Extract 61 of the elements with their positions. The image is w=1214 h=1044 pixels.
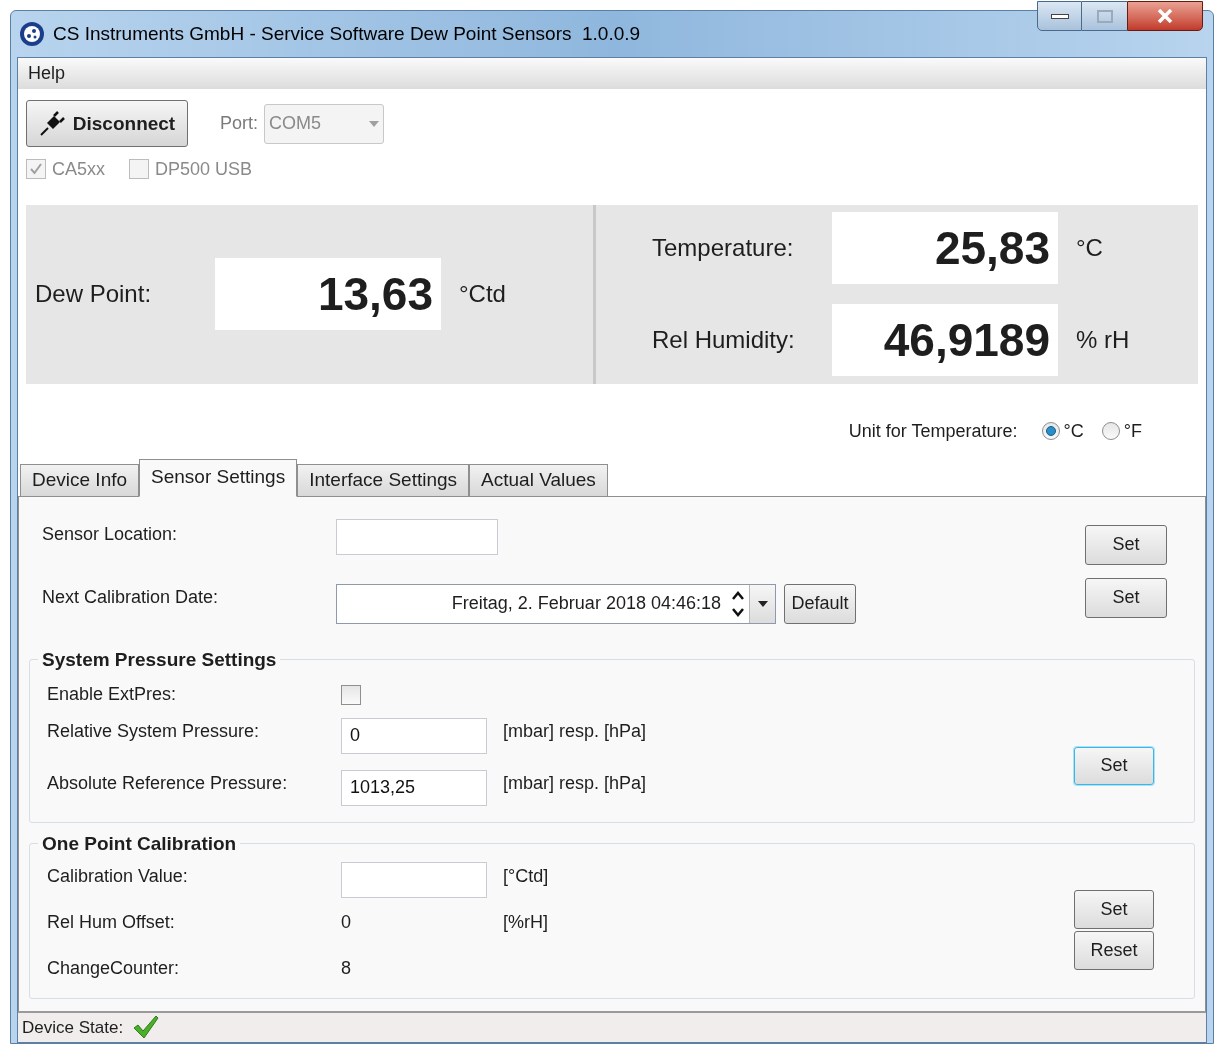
port-label: Port: <box>220 112 258 136</box>
field-label: Sensor Location: <box>42 522 179 546</box>
minimize-button[interactable] <box>1037 1 1082 31</box>
maximize-button[interactable] <box>1082 1 1127 31</box>
unit-text: [°Ctd] <box>503 865 549 888</box>
radio-button[interactable] <box>1041 422 1060 440</box>
set-button[interactable]: Set <box>1085 524 1167 565</box>
window-title: CS Instruments GmbH - Service Software Dew Point Sensors 1.0.0.9 <box>53 21 641 46</box>
reading-label: Temperature: <box>652 233 795 264</box>
app-logo-icon <box>19 21 45 47</box>
field-label: Enable ExtPres: <box>47 683 178 706</box>
dropdown-arrow-icon <box>369 120 379 127</box>
close-button[interactable] <box>1127 1 1203 31</box>
reading-label: Rel Humidity: <box>652 325 796 356</box>
field-label: Next Calibration Date: <box>42 586 220 609</box>
unit-text: [mbar] resp. [hPa] <box>503 720 647 743</box>
caret-icon <box>757 600 768 607</box>
sensor-location-field[interactable] <box>336 518 498 555</box>
unit-label: Unit for Temperature: <box>848 419 1018 443</box>
checkbox-label: CA5xx <box>52 157 105 181</box>
unit-text: [%rH] <box>503 911 548 934</box>
reading-value: 25,83 <box>832 212 1058 285</box>
set-button[interactable]: Set <box>1085 577 1167 618</box>
field-label: Rel Hum Offset: <box>47 911 176 934</box>
tab[interactable]: Actual Values <box>469 463 608 497</box>
status-label: Device State: <box>22 1016 124 1039</box>
dropdown-button[interactable] <box>749 584 775 623</box>
value-text: 0 <box>341 911 352 934</box>
set-button[interactable]: Set <box>1074 746 1154 785</box>
dew-point-value: 13,63 <box>215 258 441 331</box>
minimize-icon <box>1050 13 1069 19</box>
reset-button[interactable]: Reset <box>1074 930 1154 970</box>
reading-value: 46,9189 <box>832 304 1058 377</box>
radio-button[interactable] <box>1101 422 1120 440</box>
value-text: 8 <box>341 957 352 980</box>
calibration-value-field[interactable] <box>341 861 487 898</box>
dew-point-label: Dew Point: <box>35 279 153 310</box>
date-picker[interactable]: Freitag, 2. Februar 2018 04:46:18 <box>336 583 776 624</box>
default-button[interactable]: Default <box>784 583 856 624</box>
tab[interactable]: Interface Settings <box>297 463 470 497</box>
field-label: Relative System Pressure: <box>47 720 261 743</box>
radio-label: °C <box>1063 419 1084 443</box>
plug-icon <box>38 110 65 137</box>
field-label: Absolute Reference Pressure: <box>47 772 289 795</box>
radio-label: °F <box>1123 419 1142 443</box>
checkbox-label: DP500 USB <box>155 157 253 181</box>
unit-text: [mbar] resp. [hPa] <box>503 772 647 795</box>
tab[interactable]: Sensor Settings <box>139 458 298 497</box>
menu-item[interactable]: Help <box>28 60 66 88</box>
maximize-icon <box>1096 9 1113 23</box>
dew-point-unit: °Ctd <box>459 279 506 310</box>
field-label: ChangeCounter: <box>47 957 181 980</box>
reading-unit: % rH <box>1076 325 1130 356</box>
pressure-field[interactable]: 1013,25 <box>341 769 487 806</box>
pressure-field[interactable]: 0 <box>341 717 487 754</box>
set-button[interactable]: Set <box>1074 889 1154 929</box>
field-label: Calibration Value: <box>47 865 189 888</box>
reading-unit: °C <box>1076 233 1103 264</box>
enable-checkbox[interactable] <box>341 684 361 705</box>
tab[interactable]: Device Info <box>20 463 140 497</box>
close-icon <box>1157 9 1173 23</box>
